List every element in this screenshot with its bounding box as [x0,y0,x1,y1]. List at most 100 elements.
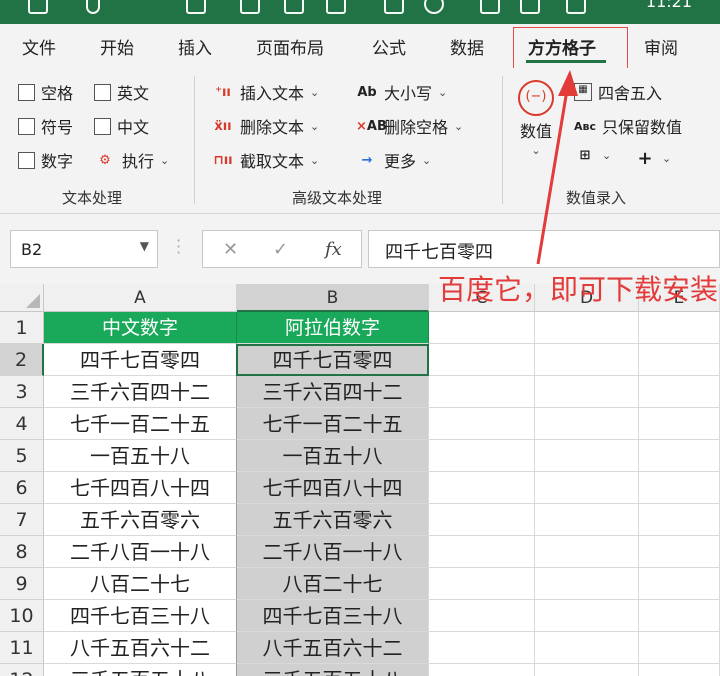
select-all-corner[interactable] [0,284,44,312]
cell-arabic-number[interactable]: 七千四百八十四 [237,472,429,504]
delete-space-button[interactable]: ×AB 删除空格 ⌄ [356,114,463,138]
row-header[interactable]: 10 [0,600,44,632]
formula-input[interactable]: 四千七百零四 [368,230,720,268]
empty-cell[interactable] [535,568,639,600]
row-header[interactable]: 5 [0,440,44,472]
checkbox-number[interactable]: 数字 [18,148,73,172]
cell-chinese-number[interactable]: 五千六百零六 [44,504,237,536]
name-box[interactable]: B2 ▼ [10,230,158,268]
checkbox-space[interactable]: 空格 [18,80,73,104]
table2-icon[interactable] [240,0,260,14]
row-header[interactable]: 7 [0,504,44,536]
row-header[interactable]: 1 [0,312,44,344]
empty-cell[interactable] [535,632,639,664]
empty-cell[interactable] [429,376,535,408]
empty-cell[interactable] [535,408,639,440]
empty-cell[interactable] [639,376,720,408]
empty-cell[interactable] [429,568,535,600]
empty-cell[interactable] [535,600,639,632]
empty-cell[interactable] [429,600,535,632]
chevron-down-icon[interactable]: ▼ [140,239,149,253]
cell-arabic-number[interactable]: 三千五百五十八 [237,664,429,676]
row-header[interactable]: 11 [0,632,44,664]
empty-cell[interactable] [639,536,720,568]
cell-chinese-number[interactable]: 八百二十七 [44,568,237,600]
delete-text-button[interactable]: ẍıı 删除文本 ⌄ [212,114,319,138]
checkbox-box[interactable] [18,151,35,169]
undo-icon[interactable] [86,0,100,14]
empty-cell[interactable] [429,408,535,440]
empty-cell[interactable] [535,664,639,676]
tab-review[interactable]: 审阅 [644,34,678,59]
cell-chinese-number[interactable]: 三千六百四十二 [44,376,237,408]
cancel-icon[interactable]: ✕ [223,239,238,260]
grid-icon[interactable] [284,0,304,14]
empty-cell[interactable] [639,440,720,472]
cell-chinese-number[interactable]: 一百五十八 [44,440,237,472]
empty-cell[interactable] [535,440,639,472]
empty-cell[interactable] [639,344,720,376]
cell-arabic-number[interactable]: 七千一百二十五 [237,408,429,440]
add-button[interactable]: + ⌄ [634,148,671,169]
table-icon[interactable] [186,0,206,14]
dropdown-icon[interactable] [604,0,624,14]
numeric-button[interactable]: (−) 数值 ⌄ [518,80,554,157]
save-icon[interactable] [28,0,48,14]
cell-arabic-number[interactable]: 一百五十八 [237,440,429,472]
checkbox-box[interactable] [18,117,35,135]
clipboard-icon[interactable] [566,0,586,14]
execute-button[interactable]: ⚙ 执行 ⌄ [94,148,169,172]
tab-insert[interactable]: 插入 [178,34,212,59]
grip-icon[interactable]: · · · [176,233,181,261]
empty-cell[interactable] [535,504,639,536]
empty-cell[interactable] [429,440,535,472]
empty-cell[interactable] [535,312,639,344]
empty-cell[interactable] [429,536,535,568]
column-header-b[interactable]: B [237,284,429,312]
empty-cell[interactable] [429,632,535,664]
empty-cell[interactable] [429,312,535,344]
row-header[interactable]: 12 [0,664,44,676]
cell-arabic-number[interactable]: 八千五百六十二 [237,632,429,664]
export-icon[interactable] [480,0,500,14]
empty-cell[interactable] [429,504,535,536]
empty-cell[interactable] [639,632,720,664]
empty-cell[interactable] [429,344,535,376]
cell-arabic-number[interactable]: 四千七百三十八 [237,600,429,632]
more-button[interactable]: → 更多 ⌄ [356,148,432,172]
empty-cell[interactable] [639,600,720,632]
case-button[interactable]: Ab 大小写 ⌄ [356,80,447,104]
print-icon[interactable] [384,0,404,14]
row-header[interactable]: 6 [0,472,44,504]
empty-cell[interactable] [535,536,639,568]
cell-chinese-number[interactable]: 四千七百零四 [44,344,237,376]
empty-cell[interactable] [535,472,639,504]
image-icon[interactable] [326,0,346,14]
cell-chinese-number[interactable]: 三千五百五十八 [44,664,237,676]
empty-cell[interactable] [535,344,639,376]
cell-arabic-number[interactable]: 四千七百零四 [237,344,429,376]
cell-arabic-number[interactable]: 二千八百一十八 [237,536,429,568]
row-header[interactable]: 4 [0,408,44,440]
checkbox-english[interactable]: 英文 [94,80,149,104]
checkbox-box[interactable] [18,83,35,101]
round-button[interactable]: ▦ 四舍五入 [574,80,662,104]
row-header[interactable]: 3 [0,376,44,408]
empty-cell[interactable] [535,376,639,408]
grid-tool-button[interactable]: ⊞ ⌄ [574,148,612,163]
row-header[interactable]: 2 [0,344,44,376]
extract-text-button[interactable]: ⊓ıı 截取文本 ⌄ [212,148,319,172]
empty-cell[interactable] [429,664,535,676]
empty-cell[interactable] [639,664,720,676]
cell-chinese-number[interactable]: 七千四百八十四 [44,472,237,504]
cell-arabic-number[interactable]: 八百二十七 [237,568,429,600]
empty-cell[interactable] [639,568,720,600]
cell-arabic-number[interactable]: 三千六百四十二 [237,376,429,408]
insert-text-button[interactable]: ⁺ıı 插入文本 ⌄ [212,80,319,104]
keep-numeric-button[interactable]: Aʙᴄ 只保留数值 [574,114,682,138]
checkbox-chinese[interactable]: 中文 [94,114,149,138]
cell-chinese-number[interactable]: 八千五百六十二 [44,632,237,664]
checkbox-box[interactable] [94,117,111,135]
tab-page-layout[interactable]: 页面布局 [256,34,324,59]
fx-icon[interactable]: fx [325,239,342,260]
